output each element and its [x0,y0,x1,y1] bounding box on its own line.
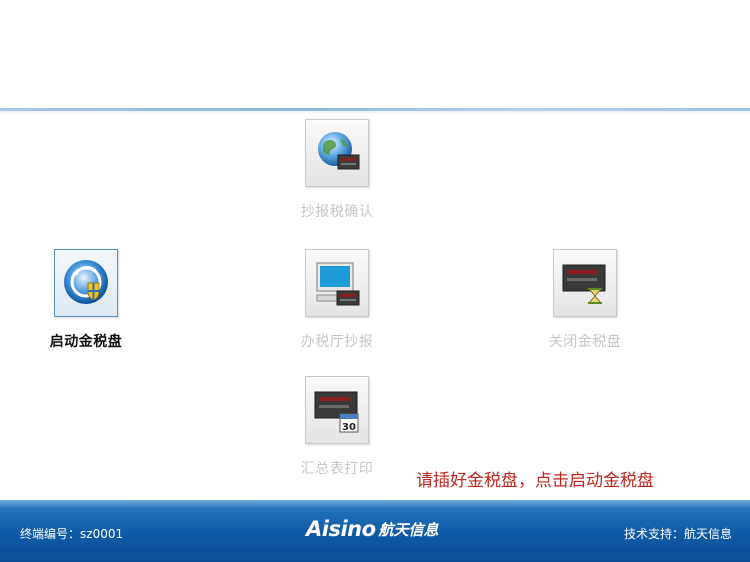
tax-disk-launcher: 抄报税确认 启动金税盘 办税厅抄报 关闭金税盘 30 汇总表打印 请插好金税盘，… [0,0,750,562]
insert-disk-notice: 请插好金税盘，点击启动金税盘 [416,471,654,491]
brand-cn: 航天信息 [378,520,439,539]
tile-close-disk[interactable]: 关闭金税盘 [525,249,645,351]
footer-bar: 终端编号：sz0001 Aisino 航天信息 技术支持：航天信息 [0,500,750,562]
brand-en: Aisino [306,517,376,541]
copy-confirm-label: 抄报税确认 [300,204,374,220]
terminal-info: 终端编号：sz0001 [20,525,123,542]
footer-highlight [0,500,750,508]
terminal-label: 终端编号： [20,527,81,541]
terminal-id: sz0001 [80,527,124,541]
hall-report-button[interactable] [305,249,369,317]
start-disk-button[interactable] [54,249,118,317]
summary-print-label: 汇总表打印 [300,461,374,477]
svg-text:30: 30 [342,422,356,433]
close-disk-label: 关闭金税盘 [548,334,622,350]
hourglass-device-icon [562,264,606,304]
header-divider-shadow [0,111,750,115]
start-disk-label: 启动金税盘 [49,334,123,350]
tech-support: 技术支持：航天信息 [623,527,732,541]
globe-icon [318,132,360,170]
copy-confirm-button[interactable] [305,119,369,187]
close-disk-button[interactable] [553,249,617,317]
aisino-logo: Aisino 航天信息 [306,517,439,545]
aisino-shield-icon [64,260,108,304]
calendar-device-icon: 30 [314,391,359,433]
tile-hall-report[interactable]: 办税厅抄报 [277,249,397,351]
header-area [0,0,750,108]
monitor-icon [316,262,360,306]
tile-start-disk[interactable]: 启动金税盘 [26,249,146,351]
tile-summary-print[interactable]: 30 汇总表打印 [277,376,397,478]
tile-copy-confirm[interactable]: 抄报税确认 [277,119,397,221]
summary-print-button[interactable]: 30 [305,376,369,444]
hall-report-label: 办税厅抄报 [300,334,374,350]
